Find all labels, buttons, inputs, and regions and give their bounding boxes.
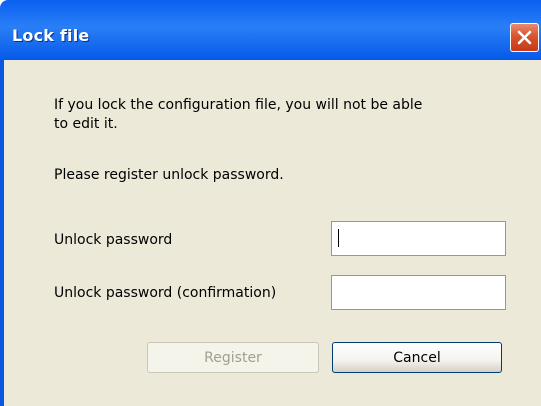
unlock-password-confirmation-label: Unlock password (confirmation): [54, 285, 277, 301]
unlock-password-confirmation-input[interactable]: [331, 275, 506, 310]
register-button[interactable]: Register: [147, 342, 319, 373]
message-line-2: to edit it.: [54, 116, 118, 132]
title-bar[interactable]: Lock file: [0, 0, 541, 60]
window-title: Lock file: [12, 26, 90, 45]
unlock-password-label: Unlock password: [54, 232, 173, 248]
message-line-1: If you lock the configuration file, you …: [54, 97, 423, 113]
close-button[interactable]: [510, 23, 539, 52]
unlock-password-input[interactable]: [331, 221, 506, 256]
message-line-3: Please register unlock password.: [54, 167, 284, 183]
text-caret: [338, 229, 339, 247]
lock-file-dialog: Lock file If you lock the configuration …: [0, 0, 541, 406]
close-x-icon: [517, 30, 532, 45]
cancel-button[interactable]: Cancel: [332, 342, 502, 373]
